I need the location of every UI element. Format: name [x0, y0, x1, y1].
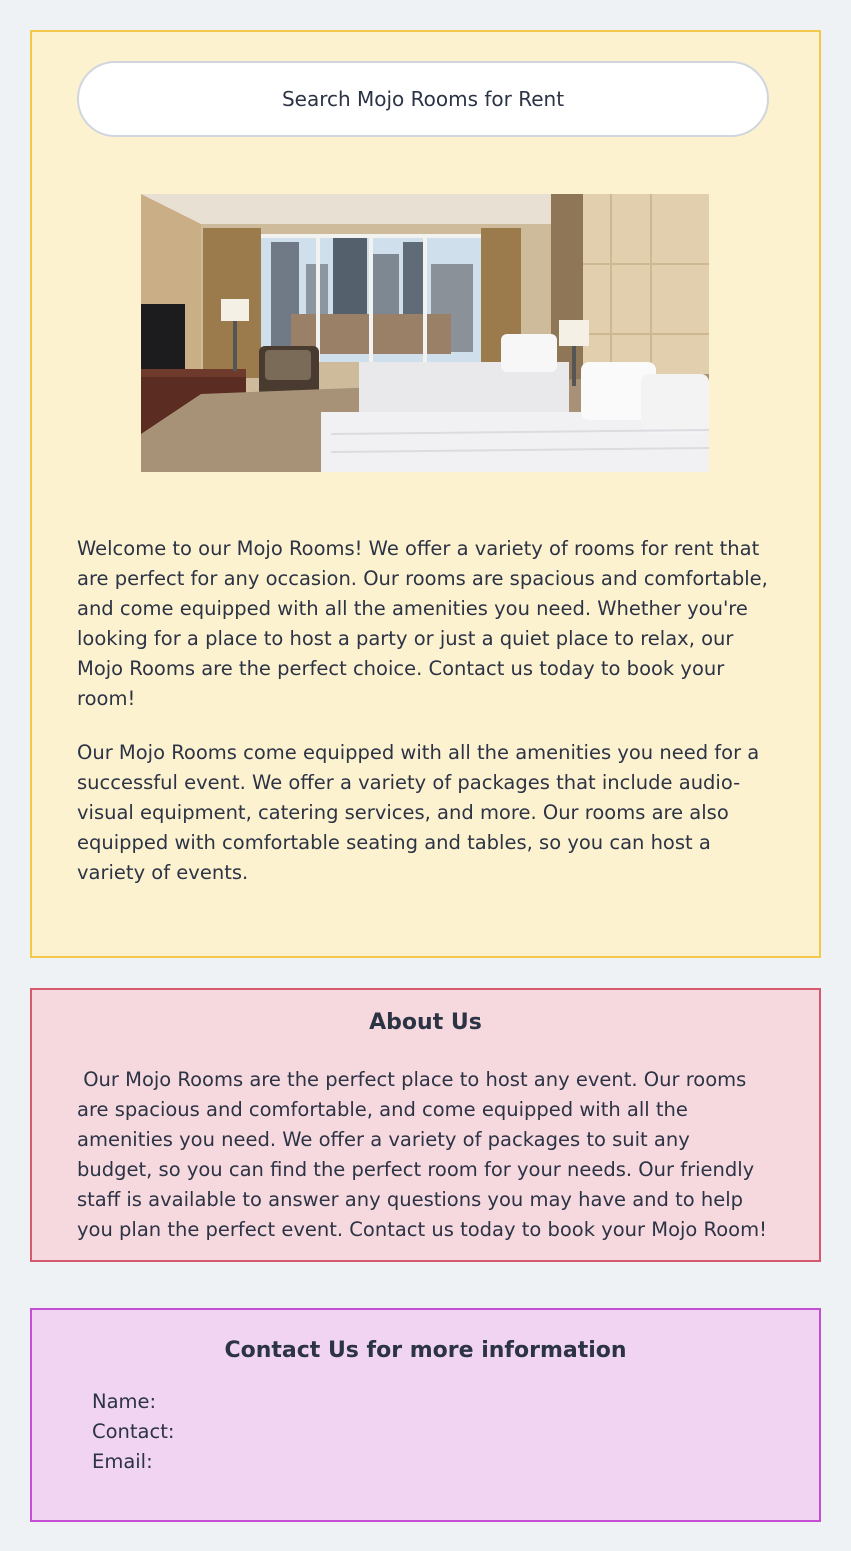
contact-list: Name: Contact: Email: — [92, 1387, 174, 1477]
search-rooms-button[interactable]: Search Mojo Rooms for Rent — [77, 61, 769, 137]
contact-section: Contact Us for more information Name: Co… — [30, 1308, 821, 1522]
intro-paragraph: Welcome to our Mojo Rooms! We offer a va… — [77, 537, 768, 710]
about-title: About Us — [369, 1010, 482, 1035]
about-section: About Us Our Mojo Rooms are the perfect … — [30, 988, 821, 1262]
contact-title: Contact Us for more information — [224, 1338, 627, 1363]
room-photo — [141, 194, 709, 472]
amenities-paragraph: Our Mojo Rooms come equipped with all th… — [77, 741, 760, 884]
hero-section: Search Mojo Rooms for Rent Welcome to ou… — [30, 30, 821, 958]
contact-name-label: Name: — [92, 1390, 157, 1413]
contact-email-label: Email: — [92, 1450, 153, 1473]
contact-contact-label: Contact: — [92, 1420, 175, 1443]
about-paragraph: Our Mojo Rooms are the perfect place to … — [77, 1068, 767, 1241]
